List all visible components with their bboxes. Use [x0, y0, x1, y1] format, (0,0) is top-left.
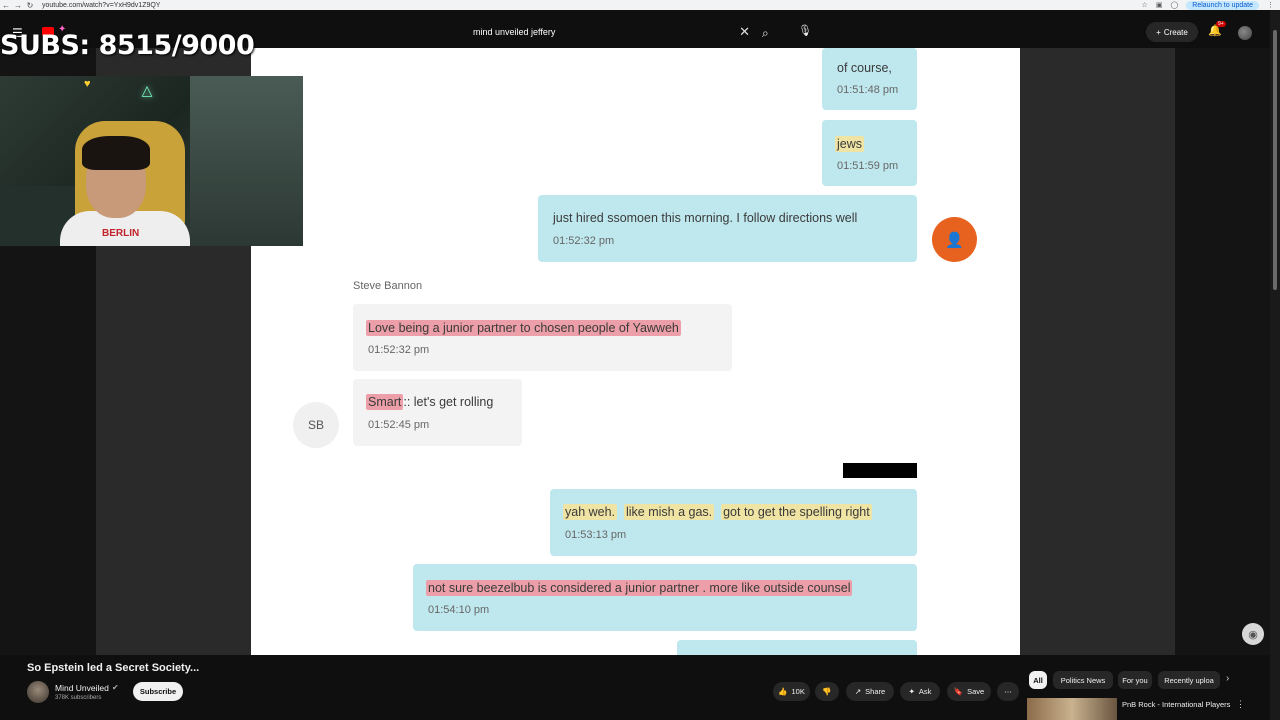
save-label: Save [967, 687, 985, 696]
channel-watermark-icon[interactable]: ◉ [1242, 623, 1264, 645]
like-count: 10K [791, 687, 805, 696]
message-text: of course, [837, 61, 892, 75]
bookmark-icon: 🔖 [953, 687, 964, 696]
message-text: Smart:: let's get rolling [366, 394, 494, 410]
scrollbar-thumb[interactable] [1273, 30, 1277, 290]
message-time: 01:52:32 pm [368, 344, 430, 356]
sender-avatar: SB [293, 402, 339, 448]
chat-bubble-outgoing: just hired ssomoen this morning. I follo… [538, 195, 917, 262]
browser-menu-icon[interactable]: ⋮ [1267, 1, 1274, 9]
message-text: jews [835, 136, 865, 152]
chip-politics-news[interactable]: Politics News [1053, 671, 1113, 689]
browser-actions: ☆ ▣ ◯ Relaunch to update ⋮ [1142, 0, 1280, 10]
reload-icon[interactable]: ↻ [24, 1, 36, 10]
account-avatar[interactable] [1238, 26, 1252, 40]
message-time: 01:54:10 pm [428, 604, 490, 616]
message-text: yah weh. like mish a gas. got to get the… [563, 504, 872, 520]
message-rest: :: let's get rolling [403, 395, 494, 409]
thumbs-up-icon: 👍 [778, 687, 788, 696]
profile-icon[interactable]: ◯ [1170, 1, 1178, 9]
neon-sign-icon: △ [141, 82, 153, 98]
star-icon[interactable]: ☆ [1142, 1, 1148, 9]
chat-screenshot: of course, 01:51:48 pm jews 01:51:59 pm … [251, 48, 1020, 655]
browser-toolbar: ← → ↻ youtube.com/watch?v=YxH9dv1Z9QY ☆ … [0, 0, 1280, 10]
message-part: got to get the spelling right [721, 504, 872, 520]
recommended-thumbnail[interactable] [1027, 698, 1117, 720]
verified-icon: ✔ [112, 683, 119, 692]
ask-label: Ask [918, 687, 932, 696]
share-button[interactable]: ↗ Share [846, 682, 894, 701]
forward-icon[interactable]: → [12, 1, 24, 10]
video-title: So Epstein led a Secret Society... [27, 662, 200, 674]
share-icon: ↗ [854, 687, 862, 696]
chat-bubble-incoming: Smart:: let's get rolling 01:52:45 pm [353, 379, 522, 446]
shirt-print: BERLIN [102, 228, 140, 239]
search-query: mind unveiled jeffery [473, 27, 556, 37]
page-scrollbar[interactable] [1270, 10, 1280, 720]
chat-bubble-outgoing: yah weh. like mish a gas. got to get the… [550, 489, 917, 556]
save-button[interactable]: 🔖 Save [947, 682, 991, 701]
subscriber-goal-counter: SUBS: 8515/9000 [0, 30, 255, 61]
chip-for-you[interactable]: For you [1118, 671, 1152, 689]
create-label: Create [1163, 27, 1188, 37]
redaction-bar [843, 463, 917, 478]
back-icon[interactable]: ← [0, 1, 12, 10]
search-input[interactable]: mind unveiled jeffery ✕ [462, 23, 758, 41]
message-time: 01:51:59 pm [837, 160, 899, 172]
channel-subscriber-count: 378K subscribers [55, 695, 102, 701]
chevron-right-icon[interactable]: › [1226, 673, 1229, 684]
heart-icon: ♥ [84, 78, 91, 90]
message-time: 01:52:32 pm [553, 235, 615, 247]
channel-name[interactable]: Mind Unveiled [55, 683, 109, 693]
dislike-button[interactable]: 👎 [815, 682, 839, 701]
chat-bubble-outgoing: jews 01:51:59 pm [822, 120, 917, 186]
sparkle-icon: ✦ [908, 687, 915, 696]
more-actions-button[interactable]: ⋯ [997, 682, 1019, 701]
more-icon: ⋯ [1004, 687, 1012, 696]
clear-search-icon[interactable]: ✕ [739, 24, 750, 40]
recommended-title[interactable]: PnB Rock - International Players Anthem [1122, 700, 1232, 709]
like-button[interactable]: 👍 10K [773, 682, 810, 701]
create-button[interactable]: + Create [1146, 22, 1198, 42]
plus-icon: + [1156, 27, 1161, 37]
webcam-wall [190, 76, 303, 246]
message-time: 01:53:13 pm [565, 529, 627, 541]
ask-button[interactable]: ✦ Ask [900, 682, 940, 701]
message-part: like mish a gas. [623, 504, 715, 520]
thumbs-down-icon: 👎 [822, 687, 832, 696]
share-label: Share [865, 687, 886, 696]
microphone-icon[interactable]: 🎙 [798, 24, 814, 40]
message-highlight: Smart [366, 394, 404, 410]
chip-all[interactable]: All [1029, 671, 1047, 689]
chat-bubble-outgoing [677, 640, 917, 655]
user-avatar-icon: 👤 [932, 217, 977, 262]
chat-bubble-outgoing: not sure beezelbub is considered a junio… [413, 564, 917, 631]
message-text: not sure beezelbub is considered a junio… [426, 580, 853, 596]
sender-name: Steve Bannon [353, 280, 423, 292]
message-part: yah weh. [563, 504, 618, 520]
message-text: just hired ssomoen this morning. I follo… [553, 211, 858, 225]
search-icon[interactable]: ⌕ [762, 26, 776, 40]
subscribe-button[interactable]: Subscribe [133, 682, 183, 701]
message-time: 01:52:45 pm [368, 419, 430, 431]
chat-bubble-incoming: Love being a junior partner to chosen pe… [353, 304, 732, 371]
more-vertical-icon[interactable]: ⋮ [1236, 699, 1245, 710]
notification-badge: 9+ [1216, 21, 1226, 27]
relaunch-button[interactable]: Relaunch to update [1186, 0, 1259, 10]
message-text: Love being a junior partner to chosen pe… [366, 320, 681, 336]
channel-avatar[interactable] [27, 681, 49, 703]
webcam-overlay: BERLIN △ ♥ [0, 76, 303, 246]
chip-recently-uploaded[interactable]: Recently uploa [1158, 671, 1220, 689]
video-pillarbox-right [1020, 48, 1175, 655]
message-time: 01:51:48 pm [837, 84, 899, 96]
extensions-icon[interactable]: ▣ [1156, 1, 1163, 9]
screen: ← → ↻ youtube.com/watch?v=YxH9dv1Z9QY ☆ … [0, 0, 1280, 720]
chat-bubble-outgoing: of course, 01:51:48 pm [822, 48, 917, 110]
address-bar[interactable]: youtube.com/watch?v=YxH9dv1Z9QY [42, 2, 160, 9]
streamer-hair [82, 136, 150, 170]
